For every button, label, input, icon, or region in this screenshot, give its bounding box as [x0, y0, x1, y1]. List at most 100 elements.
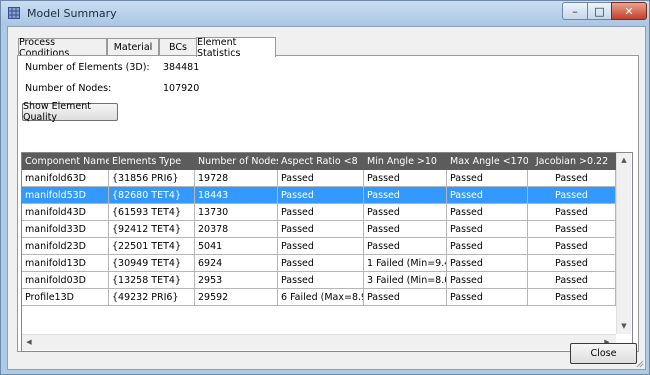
table-cell: Passed [278, 204, 364, 221]
table-cell: Passed [447, 272, 528, 289]
title-bar[interactable]: Model Summary – □ ✕ [1, 1, 649, 26]
table-cell: Passed [447, 204, 528, 221]
table-cell: 29592 [195, 289, 278, 306]
table-cell: 1 Failed (Min=9.4) [364, 255, 447, 272]
table-cell: Passed [447, 238, 528, 255]
table-cell: manifold13D [22, 255, 109, 272]
element-statistics-panel: Number of Elements (3D): 384481 Number o… [17, 55, 639, 352]
table-cell: Passed [364, 221, 447, 238]
table-row[interactable]: manifold23D {22501 TET4} 5041 Passed Passed P… [22, 238, 616, 255]
table-cell: Passed [278, 187, 364, 204]
column-header[interactable]: Elements Type [109, 153, 195, 170]
show-element-quality-button[interactable]: Show Element Quality [22, 101, 118, 123]
table-cell: Passed [364, 289, 447, 306]
window-title: Model Summary [27, 7, 117, 20]
column-header[interactable]: Jacobian >0.22 [528, 153, 616, 170]
scroll-up-arrow-icon[interactable]: ▲ [619, 155, 629, 165]
model-summary-window: Model Summary – □ ✕ Process Conditions M… [0, 0, 650, 375]
close-icon: ✕ [624, 4, 634, 18]
maximize-icon: □ [594, 4, 605, 18]
table-cell: Passed [364, 204, 447, 221]
table-cell: {92412 TET4} [109, 221, 195, 238]
table-row[interactable]: Profile13D {49232 PRI6} 29592 6 Failed (Max… [22, 289, 616, 306]
column-header[interactable]: Min Angle >10 [364, 153, 447, 170]
scroll-left-arrow-icon[interactable]: ◀ [24, 337, 34, 347]
column-header[interactable]: Max Angle <170 [447, 153, 528, 170]
tab-element-statistics[interactable]: Element Statistics [196, 37, 276, 59]
table-cell: manifold43D [22, 204, 109, 221]
table-cell: 20378 [195, 221, 278, 238]
tab-bcs[interactable]: BCs [159, 38, 197, 56]
table-cell: 5041 [195, 238, 278, 255]
table-cell: 18443 [195, 187, 278, 204]
table-cell: Passed [278, 272, 364, 289]
table-cell: Passed [528, 221, 616, 238]
table-cell: {61593 TET4} [109, 204, 195, 221]
close-button[interactable]: Close [570, 343, 637, 364]
table-cell: Passed [278, 238, 364, 255]
table-cell: Passed [528, 204, 616, 221]
table-cell: Passed [528, 255, 616, 272]
table-cell: manifold03D [22, 272, 109, 289]
table-cell: manifold53D [22, 187, 109, 204]
dialog-client-area: Process Conditions Material BCs Element … [7, 26, 646, 370]
column-header[interactable]: Number of Nodes [195, 153, 278, 170]
column-header[interactable]: Aspect Ratio <8 [278, 153, 364, 170]
table-row[interactable]: manifold03D {13258 TET4} 2953 Passed 3 Faile… [22, 272, 616, 289]
table-cell: Passed [278, 221, 364, 238]
nodes-count-label: Number of Nodes: [25, 83, 112, 94]
table-cell: {31856 PRI6} [109, 170, 195, 187]
app-icon [8, 7, 20, 19]
table-cell: Passed [528, 187, 616, 204]
tab-material[interactable]: Material [107, 38, 159, 56]
table-row[interactable]: manifold43D {61593 TET4} 13730 Passed Passed… [22, 204, 616, 221]
maximize-button[interactable]: □ [587, 2, 612, 20]
table-cell: Passed [447, 187, 528, 204]
minimize-button[interactable]: – [562, 2, 588, 20]
table-cell: Passed [364, 170, 447, 187]
elements-count-label: Number of Elements (3D): [25, 62, 150, 73]
table-cell: 13730 [195, 204, 278, 221]
table-cell: {82680 TET4} [109, 187, 195, 204]
table-cell: Passed [364, 187, 447, 204]
nodes-count-value: 107920 [163, 83, 200, 94]
table-row[interactable]: manifold33D {92412 TET4} 20378 Passed Passed… [22, 221, 616, 238]
table-cell: Passed [447, 170, 528, 187]
scroll-down-arrow-icon[interactable]: ▼ [619, 321, 629, 331]
table-cell: manifold33D [22, 221, 109, 238]
element-quality-table[interactable]: Component Name Elements Type Number of Nod… [21, 152, 633, 352]
minimize-icon: – [572, 4, 578, 18]
table-cell: 2953 [195, 272, 278, 289]
column-header[interactable]: Component Name [22, 153, 109, 170]
table-cell: manifold63D [22, 170, 109, 187]
vertical-scrollbar[interactable]: ▲ ▼ [616, 153, 631, 334]
horizontal-scrollbar[interactable]: ◀ ▶ [22, 334, 616, 350]
table-cell: Profile13D [22, 289, 109, 306]
table-cell: Passed [528, 238, 616, 255]
table-cell: 6 Failed (Max=8.9) [278, 289, 364, 306]
table-row[interactable]: manifold53D {82680 TET4} 18443 Passed Passed… [22, 187, 616, 204]
table-cell: 6924 [195, 255, 278, 272]
tab-process-conditions[interactable]: Process Conditions [18, 37, 107, 59]
table-cell: {13258 TET4} [109, 272, 195, 289]
elements-count-value: 384481 [163, 62, 200, 73]
table-cell: Passed [447, 255, 528, 272]
table-cell: Passed [278, 170, 364, 187]
table-row[interactable]: manifold13D {30949 TET4} 6924 Passed 1 Faile… [22, 255, 616, 272]
close-window-button[interactable]: ✕ [611, 2, 647, 20]
resize-grip-icon[interactable] [634, 358, 644, 368]
table-cell: 19728 [195, 170, 278, 187]
table-cell: Passed [447, 289, 528, 306]
table-cell: Passed [528, 289, 616, 306]
table-cell: 3 Failed (Min=8.0) [364, 272, 447, 289]
table-cell: Passed [364, 238, 447, 255]
table-cell: Passed [278, 255, 364, 272]
table-cell: Passed [447, 221, 528, 238]
table-cell: {22501 TET4} [109, 238, 195, 255]
table-cell: Passed [528, 272, 616, 289]
table-cell: {49232 PRI6} [109, 289, 195, 306]
table-cell: Passed [528, 170, 616, 187]
table-header: Component Name Elements Type Number of Nod… [22, 153, 616, 170]
table-cell: manifold23D [22, 238, 109, 255]
table-row[interactable]: manifold63D {31856 PRI6} 19728 Passed Passed… [22, 170, 616, 187]
